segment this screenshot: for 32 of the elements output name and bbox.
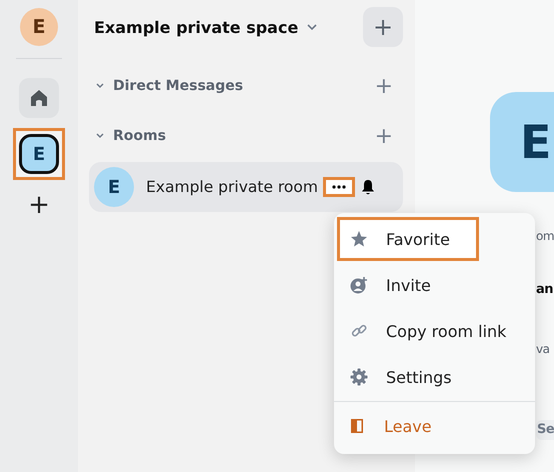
add-user-icon — [350, 276, 368, 294]
space-avatar[interactable]: E — [19, 134, 59, 174]
settings-icon — [350, 368, 368, 386]
room-title: an — [536, 281, 554, 299]
bell-icon[interactable] — [361, 179, 375, 195]
room-info-text: om — [536, 228, 554, 245]
room-name: Example private room — [146, 178, 318, 196]
menu-item[interactable]: Settings — [337, 355, 465, 399]
room-avatar: E — [94, 167, 134, 207]
add-space-button[interactable]: + — [28, 192, 50, 218]
add-button[interactable]: + — [374, 124, 393, 148]
menu-item[interactable]: Copy room link — [337, 309, 520, 353]
home-icon — [30, 89, 48, 107]
user-avatar[interactable]: E — [20, 8, 58, 46]
chevron-icon[interactable] — [306, 23, 318, 31]
room-info-text: va — [536, 341, 550, 358]
menu-item[interactable]: Invite — [337, 263, 444, 307]
door-icon — [350, 417, 366, 435]
add-button[interactable]: + — [363, 7, 403, 47]
star-icon — [350, 230, 368, 248]
section-label[interactable]: Direct Messages — [113, 78, 244, 94]
avatar-initial: E — [520, 119, 550, 165]
menu-item[interactable]: Leave — [337, 404, 445, 448]
chevron-icon[interactable] — [95, 82, 105, 90]
home-button[interactable] — [19, 78, 59, 118]
settings-button[interactable]: Se — [536, 420, 554, 440]
chevron-icon[interactable] — [95, 132, 105, 140]
menu-item[interactable]: Favorite — [337, 217, 479, 261]
add-button[interactable]: + — [374, 74, 393, 98]
room-item[interactable]: E Example private room — [89, 162, 403, 212]
space-title[interactable]: Example private space — [94, 18, 298, 36]
section-label[interactable]: Rooms — [113, 128, 166, 144]
